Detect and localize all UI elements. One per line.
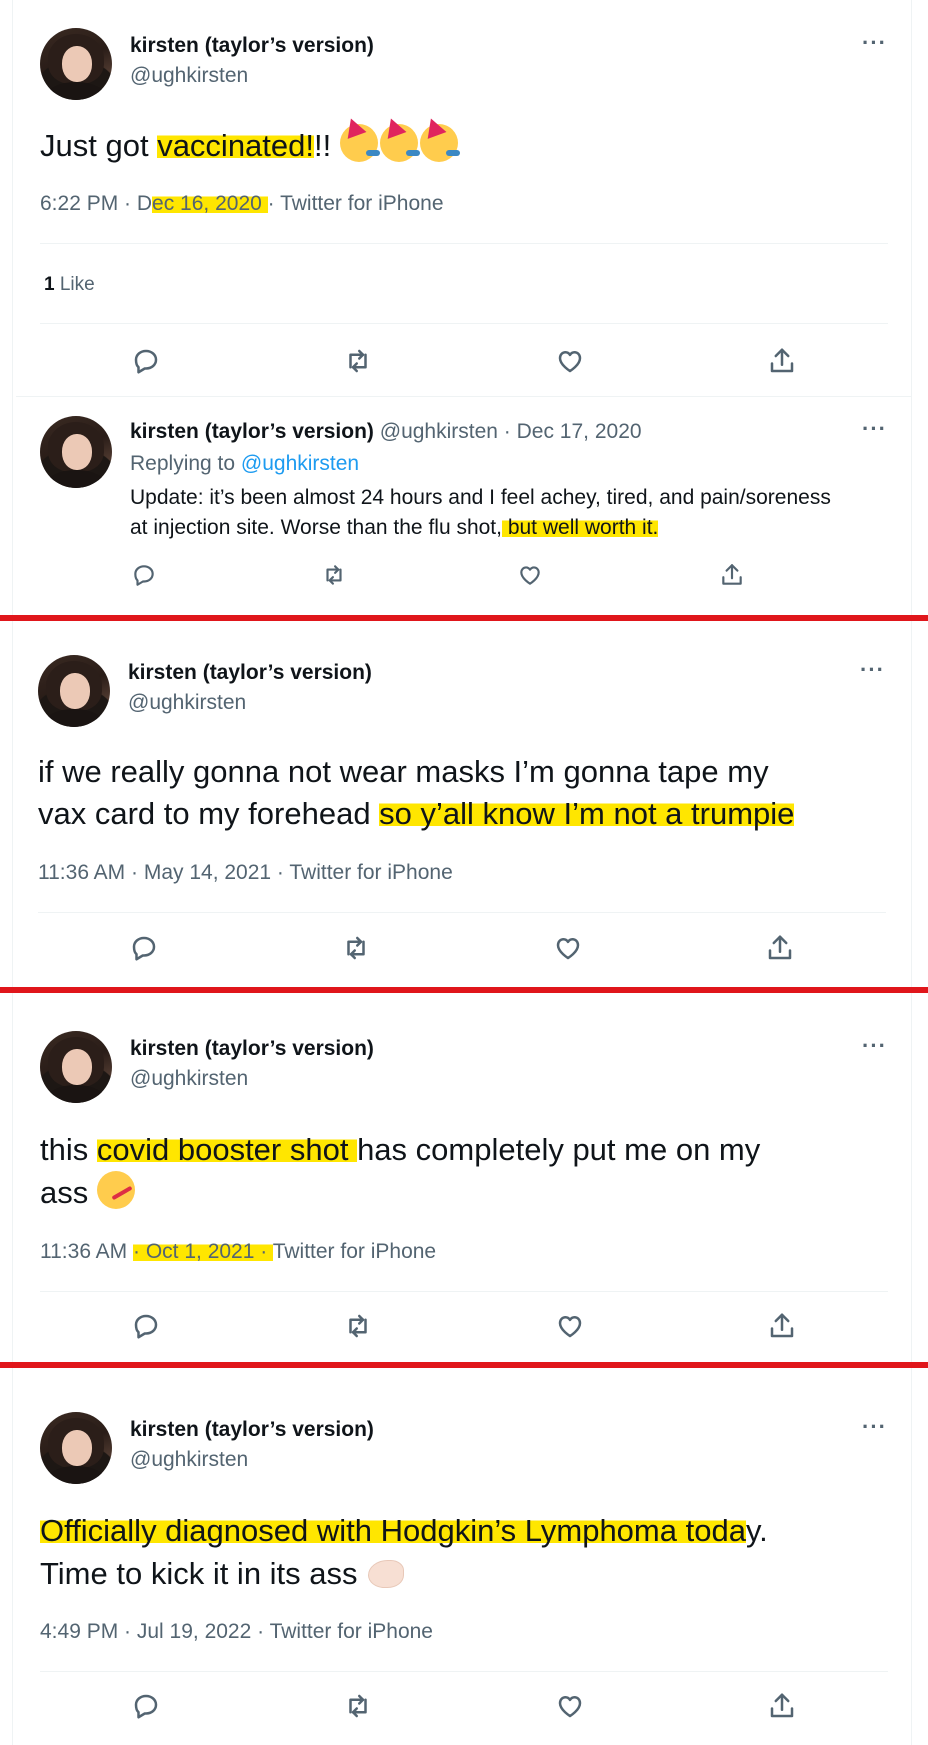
handle[interactable]: @ughkirsten xyxy=(128,691,246,715)
more-options-icon[interactable]: ··· xyxy=(862,30,887,56)
reply-icon[interactable] xyxy=(126,1686,166,1726)
avatar[interactable] xyxy=(40,1031,112,1103)
display-name[interactable]: kirsten (taylor’s version) xyxy=(130,1037,374,1061)
source-label: · Twitter for iPhone xyxy=(267,192,444,215)
like-heart-icon[interactable] xyxy=(550,341,590,381)
divider xyxy=(38,912,886,913)
retweet-icon[interactable] xyxy=(336,928,376,968)
action-bar xyxy=(40,341,860,381)
retweet-icon[interactable] xyxy=(314,555,354,595)
tweet-text: this covid booster shot has completely p… xyxy=(40,1132,761,1210)
party-face-icon xyxy=(379,124,420,162)
divider xyxy=(40,1671,888,1672)
share-icon[interactable] xyxy=(762,1686,802,1726)
handle[interactable]: @ughkirsten xyxy=(130,1448,248,1472)
tweet-meta: 4:49 PM · Jul 19, 2022 · Twitter for iPh… xyxy=(40,1620,433,1643)
action-bar xyxy=(40,1306,860,1346)
tweet-meta: 11:36 AM · Oct 1, 2021 · Twitter for iPh… xyxy=(40,1240,436,1264)
more-options-icon[interactable]: ··· xyxy=(862,1414,887,1440)
share-icon[interactable] xyxy=(712,555,752,595)
like-heart-icon[interactable] xyxy=(548,928,588,968)
divider xyxy=(40,1291,888,1292)
avatar[interactable] xyxy=(40,28,112,100)
action-bar xyxy=(38,928,858,968)
tweet-panel-4: kirsten (taylor’s version) @ughkirsten ·… xyxy=(0,1368,928,1745)
retweet-icon[interactable] xyxy=(338,341,378,381)
like-heart-icon[interactable] xyxy=(550,1686,590,1726)
display-name[interactable]: kirsten (taylor’s version) xyxy=(128,661,372,685)
retweet-icon[interactable] xyxy=(338,1306,378,1346)
avatar[interactable] xyxy=(38,655,110,727)
timestamp[interactable]: 6:22 PM · D xyxy=(40,192,152,215)
divider xyxy=(40,243,888,244)
like-heart-icon[interactable] xyxy=(510,555,550,595)
date-highlight[interactable]: ec 16, 2020 xyxy=(152,192,268,215)
party-face-icon xyxy=(339,124,380,162)
share-icon[interactable] xyxy=(762,1306,802,1346)
tweet-text: Just got vaccinated!!! xyxy=(40,124,890,167)
retweet-icon[interactable] xyxy=(338,1686,378,1726)
avatar[interactable] xyxy=(40,1412,112,1484)
handle[interactable]: @ughkirsten xyxy=(130,64,248,88)
action-bar xyxy=(40,1686,860,1726)
source-label: Twitter for iPhone xyxy=(272,1240,437,1263)
avatar[interactable] xyxy=(40,416,112,488)
tweet-panel-3: kirsten (taylor’s version) @ughkirsten ·… xyxy=(0,993,928,1363)
tweet-meta: 11:36 AM · May 14, 2021 · Twitter for iP… xyxy=(38,861,453,884)
timestamp[interactable]: 11:36 AM xyxy=(40,1240,133,1263)
thermometer-face-icon xyxy=(96,1171,135,1209)
more-options-icon[interactable]: ··· xyxy=(860,657,885,683)
tweet-panel-1: kirsten (taylor’s version) @ughkirsten ·… xyxy=(0,0,928,618)
divider xyxy=(16,396,912,397)
display-name[interactable]: kirsten (taylor’s version) xyxy=(130,34,374,58)
date-highlight[interactable]: · Oct 1, 2021 · xyxy=(133,1240,273,1263)
more-options-icon[interactable]: ··· xyxy=(862,416,887,442)
tweet-text: Officially diagnosed with Hodgkin’s Lymp… xyxy=(40,1513,768,1591)
reply-header: kirsten (taylor’s version) @ughkirsten ·… xyxy=(130,420,642,444)
share-icon[interactable] xyxy=(762,341,802,381)
likes-count[interactable]: 1 Like xyxy=(44,274,95,296)
tweet-meta: 6:22 PM · Dec 16, 2020 · Twitter for iPh… xyxy=(40,192,444,216)
replying-to-link[interactable]: @ughkirsten xyxy=(241,452,359,475)
tweet-panel-2: kirsten (taylor’s version) @ughkirsten ·… xyxy=(0,621,928,989)
replying-to: Replying to @ughkirsten xyxy=(130,452,360,475)
display-name[interactable]: kirsten (taylor’s version) xyxy=(130,1418,374,1442)
divider xyxy=(40,323,888,324)
reply-icon[interactable] xyxy=(124,928,164,968)
more-options-icon[interactable]: ··· xyxy=(862,1033,887,1059)
handle[interactable]: @ughkirsten xyxy=(130,1067,248,1091)
party-face-icon xyxy=(419,124,460,162)
flexed-biceps-icon xyxy=(366,1552,405,1590)
display-name[interactable]: kirsten (taylor’s version) xyxy=(130,420,374,443)
like-heart-icon[interactable] xyxy=(550,1306,590,1346)
reply-icon[interactable] xyxy=(124,555,164,595)
share-icon[interactable] xyxy=(760,928,800,968)
reply-icon[interactable] xyxy=(126,341,166,381)
tweet-text: if we really gonna not wear masks I’m go… xyxy=(38,754,795,831)
reply-action-bar xyxy=(124,555,784,595)
reply-icon[interactable] xyxy=(126,1306,166,1346)
handle-and-date[interactable]: @ughkirsten · Dec 17, 2020 xyxy=(374,420,642,443)
reply-text: Update: it’s been almost 24 hours and I … xyxy=(130,486,831,539)
